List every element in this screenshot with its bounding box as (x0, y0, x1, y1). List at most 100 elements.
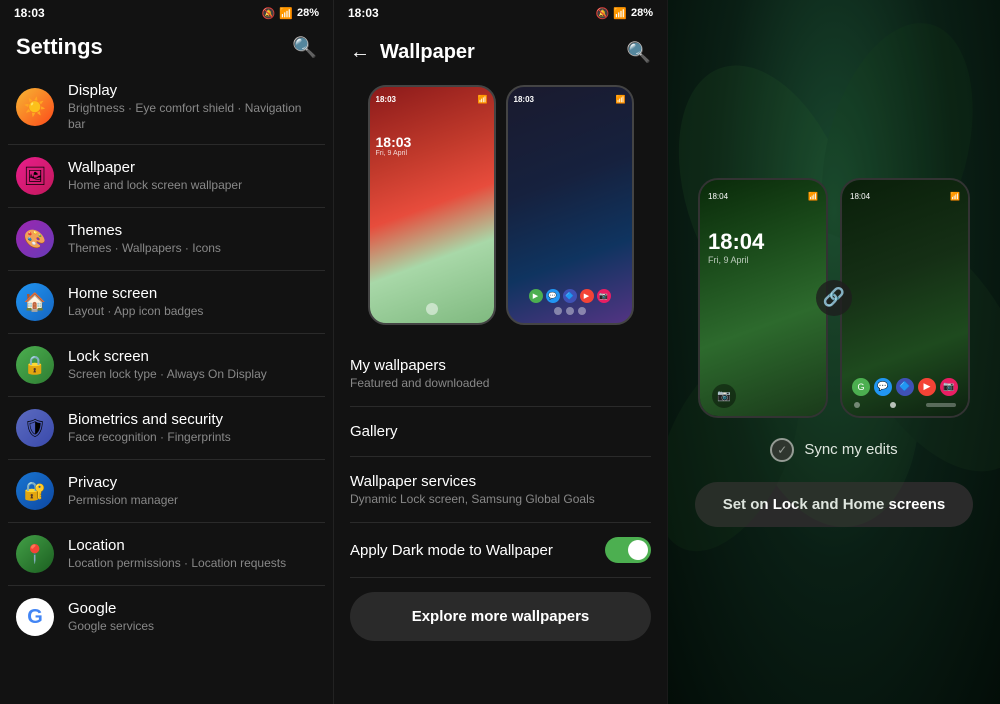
wallpaper-header: ← Wallpaper 🔍 (334, 26, 667, 75)
preview-app-3: 🔷 (563, 289, 577, 303)
preview-lock-bottom (376, 299, 488, 315)
camera-shortcut-icon: 📷 (712, 384, 736, 408)
display-title: Display (68, 82, 317, 99)
large-home-bottom: G 💬 🔷 ▶ 📷 (850, 378, 960, 408)
signal-icon: 📶 (279, 7, 293, 20)
large-nav-bar (926, 403, 956, 407)
battery-label-1: 28% (297, 7, 319, 19)
set-screens-button[interactable]: Set on Lock and Home screens (695, 482, 974, 527)
wallpaper-panel: 18:03 🔕 📶 28% ← Wallpaper 🔍 18:03 📶 18:0… (333, 0, 667, 704)
settings-item-privacy[interactable]: 🔐 Privacy Permission manager (8, 462, 325, 520)
biometrics-subtitle: Face recognition · Fingerprints (68, 430, 317, 446)
status-bar-2: 18:03 🔕 📶 28% (334, 0, 667, 26)
wallpaper-services-subtitle: Dynamic Lock screen, Samsung Global Goal… (350, 492, 651, 506)
wallpaper-nav: ← Wallpaper (350, 41, 475, 64)
settings-item-wallpaper[interactable]: 🖼 Wallpaper Home and lock screen wallpap… (8, 147, 325, 205)
location-title: Location (68, 537, 317, 554)
large-lock-time: 18:04 (708, 229, 818, 255)
location-text: Location Location permissions · Location… (68, 537, 317, 572)
preview-lock-date: Fri, 9 April (376, 150, 488, 157)
dark-mode-label: Apply Dark mode to Wallpaper (350, 542, 553, 559)
home-screen-preview[interactable]: 18:03 📶 ▶ 💬 🔷 ▶ 📷 (506, 85, 634, 325)
home-app-2: 💬 (874, 378, 892, 396)
home-app-5: 📷 (940, 378, 958, 396)
gallery-item[interactable]: Gallery (350, 407, 651, 457)
battery-label-2: 28% (631, 7, 653, 19)
large-lock-status-icons: 📶 (808, 192, 818, 201)
status-bar-1: 18:03 🔕 📶 28% (0, 0, 333, 26)
large-lock-preview[interactable]: 18:04 📶 18:04 Fri, 9 April 📷 (698, 178, 828, 418)
privacy-title: Privacy (68, 474, 317, 491)
dark-mode-row: Apply Dark mode to Wallpaper (350, 523, 651, 578)
large-lock-bottom: 📷 (708, 384, 818, 408)
themes-text: Themes Themes · Wallpapers · Icons (68, 222, 317, 257)
large-home-top: 18:04 📶 (850, 192, 960, 201)
wallpaper-subtitle: Home and lock screen wallpaper (68, 178, 317, 194)
settings-header: Settings 🔍 (0, 26, 333, 72)
privacy-text: Privacy Permission manager (68, 474, 317, 509)
search-icon-settings[interactable]: 🔍 (292, 35, 317, 60)
preview-lock-big-time: 18:03 (376, 134, 488, 150)
wallpaper-title: Wallpaper (68, 159, 317, 176)
preview-nav-1 (554, 307, 562, 315)
google-text: Google Google services (68, 600, 317, 635)
preview-lock-status: 18:03 📶 18:03 Fri, 9 April (376, 95, 488, 157)
dark-mode-toggle[interactable] (605, 537, 651, 563)
themes-subtitle: Themes · Wallpapers · Icons (68, 241, 317, 257)
settings-title: Settings (16, 34, 103, 60)
status-icons-1: 🔕 📶 28% (262, 7, 319, 20)
home-screen-icon: 🏠 (16, 283, 54, 321)
large-lock-date: Fri, 9 April (708, 255, 818, 265)
mute-icon-2: 🔕 (596, 7, 610, 20)
preview-home-time: 18:03 (514, 95, 534, 104)
explore-wallpapers-button[interactable]: Explore more wallpapers (350, 592, 651, 641)
large-home-preview[interactable]: 18:04 📶 G 💬 🔷 ▶ 📷 (840, 178, 970, 418)
large-lock-status-time: 18:04 (708, 192, 728, 201)
wallpaper-icon: 🖼 (16, 157, 54, 195)
google-icon: G (16, 598, 54, 636)
home-app-1: G (852, 378, 870, 396)
wallpaper-services-item[interactable]: Wallpaper services Dynamic Lock screen, … (350, 457, 651, 523)
settings-item-themes[interactable]: 🎨 Themes Themes · Wallpapers · Icons (8, 210, 325, 268)
home-text: Home screen Layout · App icon badges (68, 285, 317, 320)
my-wallpapers-item[interactable]: My wallpapers Featured and downloaded (350, 341, 651, 407)
settings-item-lock[interactable]: 🔒 Lock screen Screen lock type · Always … (8, 336, 325, 394)
settings-item-display[interactable]: ☀️ Display Brightness · Eye comfort shie… (8, 72, 325, 142)
sync-label: Sync my edits (804, 441, 897, 458)
large-nav-1 (854, 402, 860, 408)
sync-row: ✓ Sync my edits (770, 438, 897, 462)
my-wallpapers-subtitle: Featured and downloaded (350, 376, 651, 390)
biometrics-text: Biometrics and security Face recognition… (68, 411, 317, 446)
back-button[interactable]: ← (350, 41, 370, 64)
settings-item-home[interactable]: 🏠 Home screen Layout · App icon badges (8, 273, 325, 331)
preview-app-2: 💬 (546, 289, 560, 303)
google-subtitle: Google services (68, 619, 317, 635)
wallpaper-text: Wallpaper Home and lock screen wallpaper (68, 159, 317, 194)
large-preview-phones: 18:04 📶 18:04 Fri, 9 April 📷 🔗 (698, 178, 970, 418)
wallpaper-previews: 18:03 📶 18:03 Fri, 9 April 18:03 📶 (334, 75, 667, 341)
large-lock-bg: 18:04 📶 18:04 Fri, 9 April 📷 (700, 180, 826, 416)
settings-panel: 18:03 🔕 📶 28% Settings 🔍 ☀️ Display Brig… (0, 0, 333, 704)
lock-screen-preview[interactable]: 18:03 📶 18:03 Fri, 9 April (368, 85, 496, 325)
preview-app-4: ▶ (580, 289, 594, 303)
gallery-title: Gallery (350, 423, 651, 440)
preview-nav-2 (566, 307, 574, 315)
wallpaper-page-title: Wallpaper (380, 41, 475, 64)
privacy-subtitle: Permission manager (68, 493, 317, 509)
settings-item-biometrics[interactable]: 🛡 Biometrics and security Face recogniti… (8, 399, 325, 457)
display-subtitle: Brightness · Eye comfort shield · Naviga… (68, 101, 317, 132)
preview-nav-3 (578, 307, 586, 315)
wallpaper-menu: My wallpapers Featured and downloaded Ga… (334, 341, 667, 704)
settings-list: ☀️ Display Brightness · Eye comfort shie… (0, 72, 333, 704)
themes-title: Themes (68, 222, 317, 239)
lock-title: Lock screen (68, 348, 317, 365)
location-subtitle: Location permissions · Location requests (68, 556, 317, 572)
settings-item-google[interactable]: G Google Google services (8, 588, 325, 646)
home-app-4: ▶ (918, 378, 936, 396)
status-time-1: 18:03 (14, 6, 45, 20)
settings-item-location[interactable]: 📍 Location Location permissions · Locati… (8, 525, 325, 583)
sync-check-icon: ✓ (770, 438, 794, 462)
preview-home-status: 18:03 📶 (514, 95, 626, 104)
large-home-status-icons: 📶 (950, 192, 960, 201)
search-icon-wallpaper[interactable]: 🔍 (626, 40, 651, 65)
